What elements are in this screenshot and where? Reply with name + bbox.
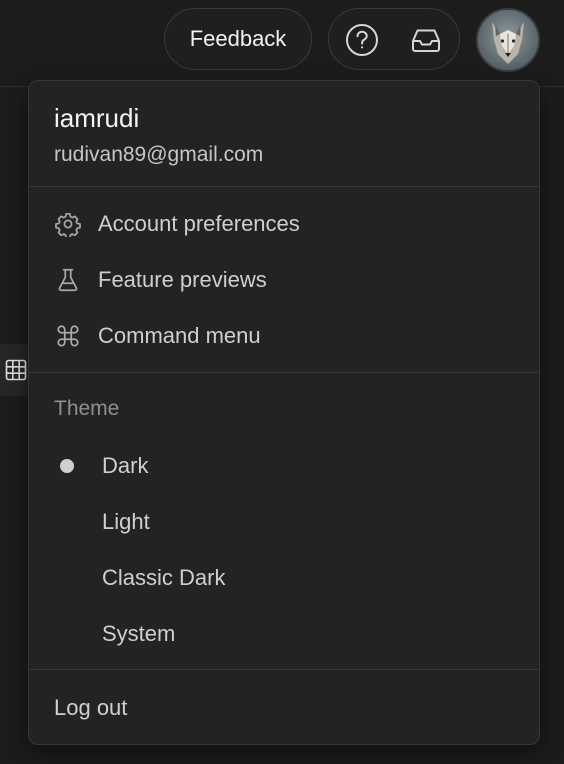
- inbox-button[interactable]: [409, 23, 443, 57]
- flask-icon: [53, 265, 83, 295]
- menu-divider: [29, 669, 539, 670]
- help-button[interactable]: [345, 23, 379, 57]
- menu-item-label: Command menu: [98, 323, 261, 348]
- theme-option-dark[interactable]: Dark: [29, 442, 539, 490]
- feedback-label: Feedback: [189, 26, 287, 51]
- menu-divider: [29, 372, 539, 373]
- command-icon: [53, 321, 83, 351]
- user-dropdown-menu: iamrudi rudivan89@gmail.com Account pref…: [28, 80, 540, 745]
- theme-option-label: System: [102, 621, 176, 646]
- user-avatar[interactable]: [476, 8, 540, 72]
- menu-item-command-menu[interactable]: Command menu: [29, 312, 539, 360]
- menu-item-label: Feature previews: [98, 267, 267, 292]
- gear-icon: [53, 209, 83, 239]
- feedback-button[interactable]: Feedback: [164, 8, 312, 70]
- table-grid-icon: [5, 359, 27, 381]
- theme-option-classic-dark[interactable]: Classic Dark: [29, 554, 539, 602]
- menu-divider: [29, 186, 539, 187]
- logout-button[interactable]: Log out: [54, 695, 127, 721]
- theme-section-title: Theme: [54, 397, 120, 420]
- user-name: iamrudi: [54, 103, 140, 133]
- theme-option-system[interactable]: System: [29, 610, 539, 658]
- menu-item-account-preferences[interactable]: Account preferences: [29, 200, 539, 248]
- selected-radio-dot-icon: [60, 459, 74, 473]
- menu-item-label: Account preferences: [98, 211, 300, 236]
- header-icon-group: [328, 8, 460, 70]
- inbox-icon: [412, 29, 440, 52]
- theme-option-label: Light: [102, 509, 150, 534]
- help-circle-icon: [346, 24, 378, 56]
- user-email: rudivan89@gmail.com: [54, 143, 264, 166]
- top-bar: Feedback: [0, 0, 564, 87]
- theme-option-light[interactable]: Light: [29, 498, 539, 546]
- theme-option-label: Dark: [102, 453, 149, 478]
- theme-option-label: Classic Dark: [102, 565, 226, 590]
- wolf-avatar-image: [478, 10, 538, 70]
- menu-item-feature-previews[interactable]: Feature previews: [29, 256, 539, 304]
